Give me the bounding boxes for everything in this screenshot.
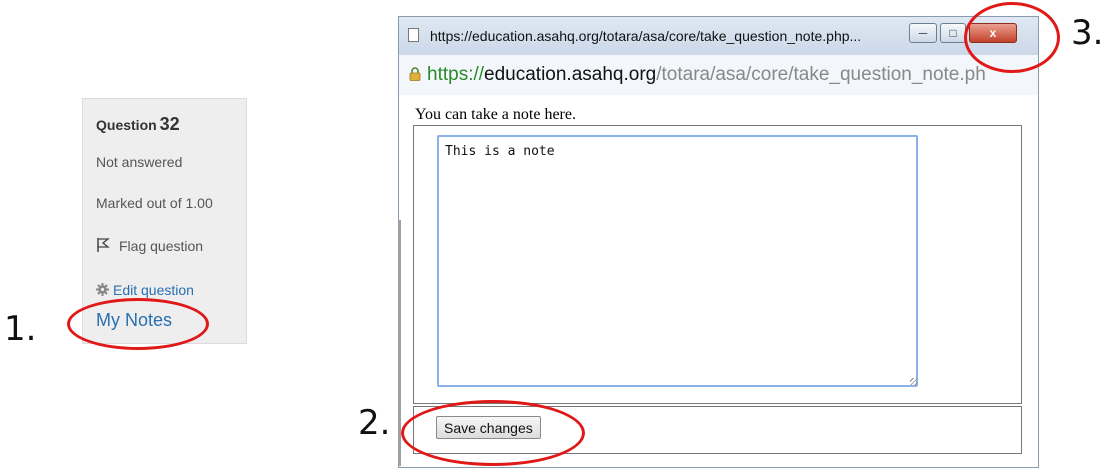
note-textarea[interactable]: This is a note [437, 135, 918, 387]
minimize-button[interactable]: ─ [909, 23, 937, 43]
maximize-button[interactable]: □ [940, 23, 966, 43]
flag-icon [97, 238, 110, 252]
flag-question-toggle[interactable]: Flag question [96, 237, 203, 254]
address-url: https://education.asahq.org/totara/asa/c… [427, 64, 1035, 86]
lock-icon [409, 67, 421, 81]
url-host: education.asahq.org [484, 64, 657, 85]
page-icon [408, 28, 419, 42]
edit-question-label: Edit question [113, 282, 194, 298]
close-icon: x [989, 26, 997, 40]
note-prompt: You can take a note here. [415, 106, 576, 123]
save-changes-button[interactable]: Save changes [436, 416, 541, 439]
textarea-resize-handle[interactable] [910, 378, 917, 385]
save-fieldset: Save changes [413, 406, 1022, 454]
url-path: /totara/asa/core/take_question_note.ph [656, 64, 986, 85]
note-fieldset: This is a note [413, 125, 1022, 404]
flag-question-label: Flag question [119, 238, 204, 254]
close-window-button[interactable]: x [969, 23, 1017, 43]
address-bar[interactable]: https://education.asahq.org/totara/asa/c… [399, 55, 1038, 96]
page-scrollbar[interactable] [398, 220, 401, 466]
step-2-label: 2. [358, 403, 391, 443]
maximize-icon: □ [949, 26, 957, 40]
question-info-panel: Question 32 Not answered Marked out of 1.… [82, 98, 247, 344]
question-heading: Question 32 [96, 114, 180, 135]
window-titlebar: https://education.asahq.org/totara/asa/c… [399, 17, 1038, 56]
gear-icon [96, 283, 109, 296]
step-3-label: 3. [1071, 13, 1104, 53]
popup-content: You can take a note here. This is a note… [399, 95, 1038, 467]
question-label: Question [96, 117, 157, 133]
question-number: 32 [159, 114, 180, 134]
question-status: Not answered [96, 154, 183, 170]
window-title: https://education.asahq.org/totara/asa/c… [430, 28, 862, 44]
minimize-icon: ─ [918, 26, 928, 40]
step-1-label: 1. [4, 309, 37, 349]
note-popup-window: https://education.asahq.org/totara/asa/c… [398, 16, 1039, 468]
question-marks: Marked out of 1.00 [96, 195, 213, 211]
url-scheme: https:// [427, 64, 485, 85]
my-notes-link[interactable]: My Notes [96, 310, 172, 331]
edit-question-link[interactable]: Edit question [96, 282, 194, 298]
